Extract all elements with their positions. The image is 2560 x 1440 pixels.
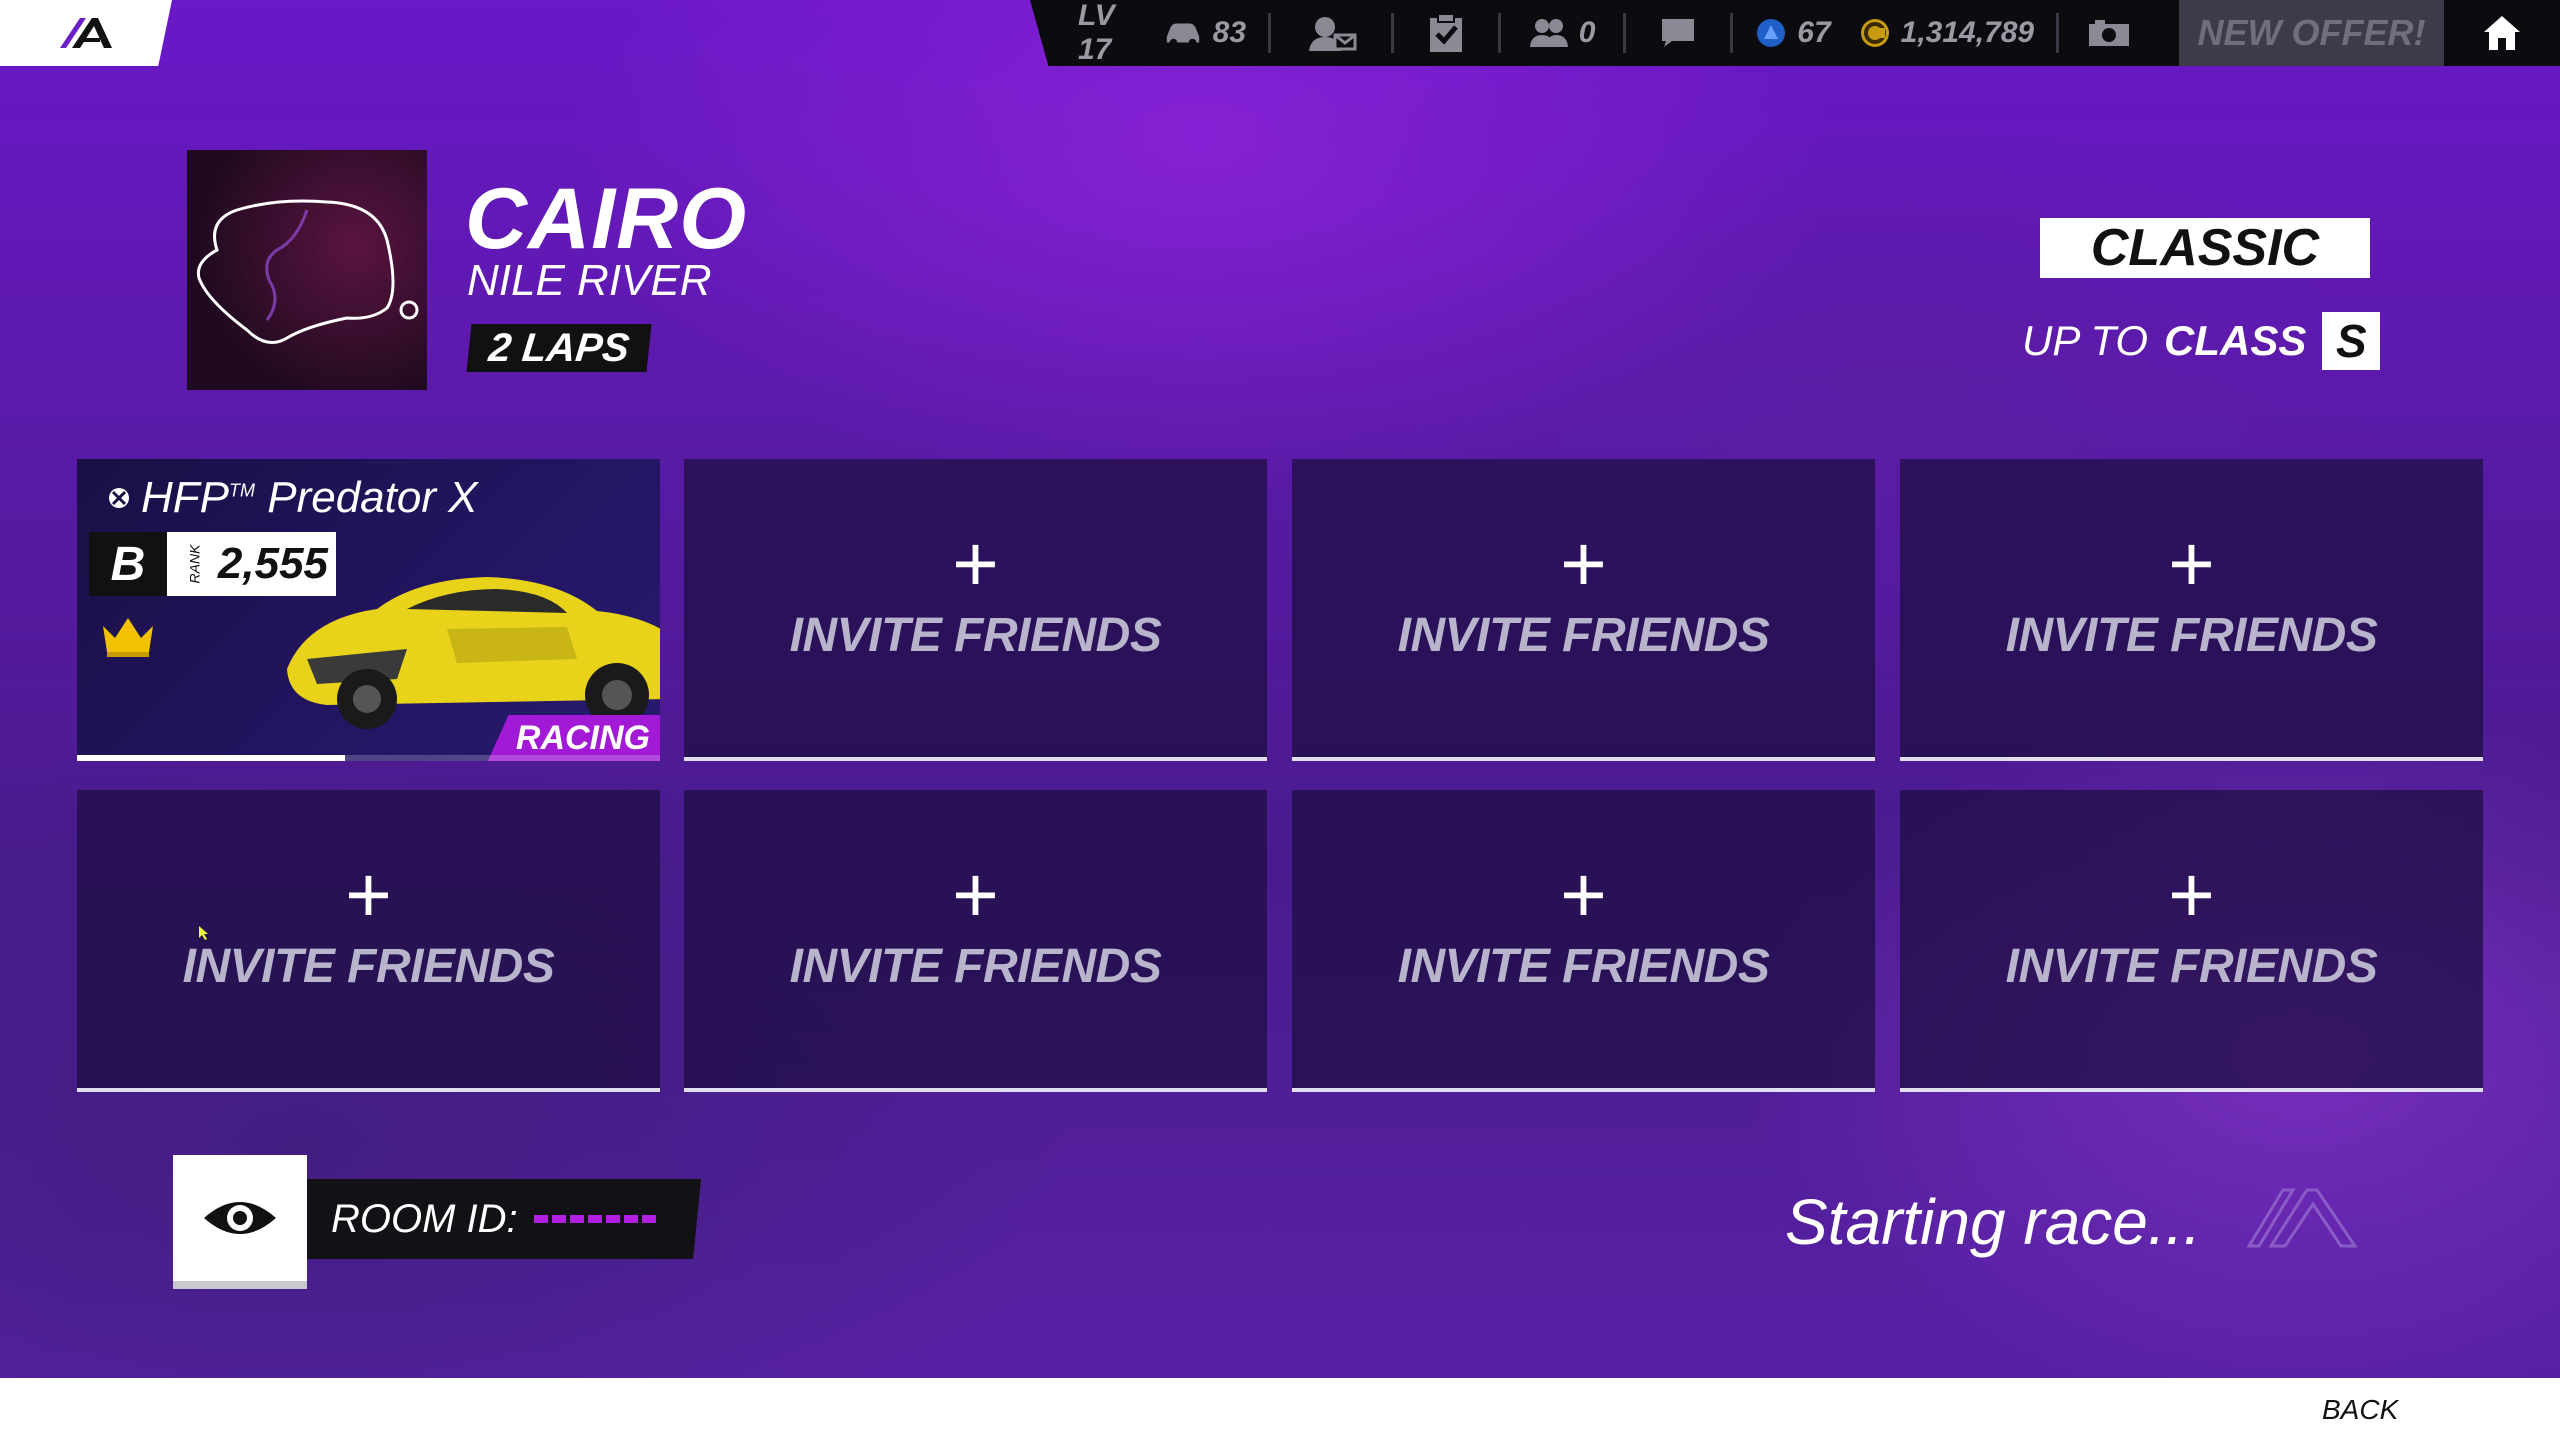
tokens-display[interactable]: 67 1,314,789 — [1733, 0, 2056, 66]
invite-friends-slot[interactable]: + INVITE FRIENDS — [1292, 790, 1875, 1092]
invite-friends-slot[interactable]: + INVITE FRIENDS — [77, 790, 660, 1092]
car-collection-icon — [1166, 23, 1199, 47]
invite-friends-label: INVITE FRIENDS — [1397, 939, 1770, 993]
plus-icon: + — [952, 518, 999, 608]
laps-badge: 2 LAPS — [466, 324, 652, 372]
invite-friends-label: INVITE FRIENDS — [1397, 608, 1770, 662]
plus-icon: + — [2168, 518, 2215, 608]
car-brand: HFP — [141, 473, 229, 522]
level-text: LV 17 — [1078, 0, 1115, 66]
spectate-button[interactable] — [173, 1155, 307, 1289]
bottom-bar — [0, 1378, 2560, 1440]
xbox-icon — [109, 488, 129, 508]
room-id-placeholder — [533, 1215, 656, 1223]
track-layout-icon — [196, 199, 419, 344]
invite-friends-label: INVITE FRIENDS — [2005, 608, 2378, 662]
race-status-text: Starting race... — [1785, 1186, 2202, 1258]
car-class-letter: B — [89, 532, 167, 596]
crown-icon — [103, 618, 153, 657]
clipboard-check-icon — [1429, 13, 1462, 52]
top-status-bar: LV 17 83 0 67 1,314,789 NEW OFFER! — [1030, 0, 2560, 66]
car-trademark: TM — [229, 480, 255, 501]
token-icon — [1757, 19, 1786, 47]
plus-icon: + — [952, 849, 999, 939]
eye-icon — [204, 1202, 276, 1234]
invite-friends-label: INVITE FRIENDS — [2005, 939, 2378, 993]
chat-icon — [1662, 19, 1695, 47]
home-icon — [2484, 16, 2520, 50]
friends-button[interactable]: 0 — [1501, 0, 1624, 66]
player-slot-card[interactable]: HFPTM Predator X B RANK 2,555 RACING — [77, 459, 660, 761]
rank-label: RANK — [186, 544, 203, 584]
player-progress-bar — [77, 755, 660, 761]
new-offer-button[interactable]: NEW OFFER! — [2179, 0, 2444, 66]
mouse-cursor-icon — [199, 926, 208, 940]
plus-icon: + — [2168, 849, 2215, 939]
race-mode-badge: CLASSIC — [2040, 218, 2370, 278]
cars-count: 83 — [1212, 16, 1247, 49]
camera-icon — [2089, 20, 2130, 46]
invite-friends-label: INVITE FRIENDS — [789, 608, 1162, 662]
invite-friends-slot[interactable]: + INVITE FRIENDS — [1900, 790, 2483, 1092]
car-image — [287, 577, 660, 729]
room-id-label: ROOM ID: — [331, 1196, 518, 1241]
track-title: CAIRO — [465, 171, 748, 267]
invite-friends-slot[interactable]: + INVITE FRIENDS — [684, 459, 1267, 761]
invite-friends-slot[interactable]: + INVITE FRIENDS — [1900, 459, 2483, 761]
credits-value: 1,314,789 — [1900, 16, 2035, 49]
club-button[interactable] — [1271, 0, 1391, 66]
loading-logo-icon — [2246, 1188, 2358, 1248]
car-name: HFPTM Predator X — [107, 473, 478, 523]
tasks-button[interactable] — [1394, 0, 1498, 66]
asphalt-logo-icon — [60, 18, 112, 48]
class-word: CLASS — [2164, 317, 2307, 364]
plus-icon: + — [345, 849, 392, 939]
invite-friends-label: INVITE FRIENDS — [182, 939, 555, 993]
player-progress-fill — [77, 755, 346, 761]
invite-friends-label: INVITE FRIENDS — [789, 939, 1162, 993]
shop-button[interactable] — [2059, 0, 2159, 66]
plus-icon: + — [1560, 518, 1607, 608]
invite-friends-slot[interactable]: + INVITE FRIENDS — [684, 790, 1267, 1092]
friends-icon — [1529, 19, 1568, 47]
back-button[interactable]: BACK — [2322, 1394, 2398, 1426]
invite-friends-slot[interactable]: + INVITE FRIENDS — [1292, 459, 1875, 761]
asphalt-logo-tab[interactable] — [0, 0, 172, 66]
class-letter-badge: S — [2322, 312, 2381, 370]
credits-icon — [1860, 19, 1889, 47]
tokens-value: 67 — [1797, 16, 1831, 49]
room-id-display: ROOM ID: — [307, 1179, 701, 1259]
plus-icon: + — [1560, 849, 1607, 939]
level-display[interactable]: LV 17 83 — [1030, 0, 1268, 66]
class-limit: UP TO CLASS S — [2022, 312, 2381, 370]
home-button[interactable] — [2444, 0, 2560, 66]
profile-mail-icon — [1308, 17, 1357, 51]
track-map — [187, 150, 427, 390]
friends-count: 0 — [1578, 16, 1596, 49]
class-prefix: UP TO — [2022, 317, 2149, 364]
chat-button[interactable] — [1626, 0, 1730, 66]
car-model: Predator X — [267, 473, 478, 522]
track-subtitle: NILE RIVER — [467, 256, 712, 305]
